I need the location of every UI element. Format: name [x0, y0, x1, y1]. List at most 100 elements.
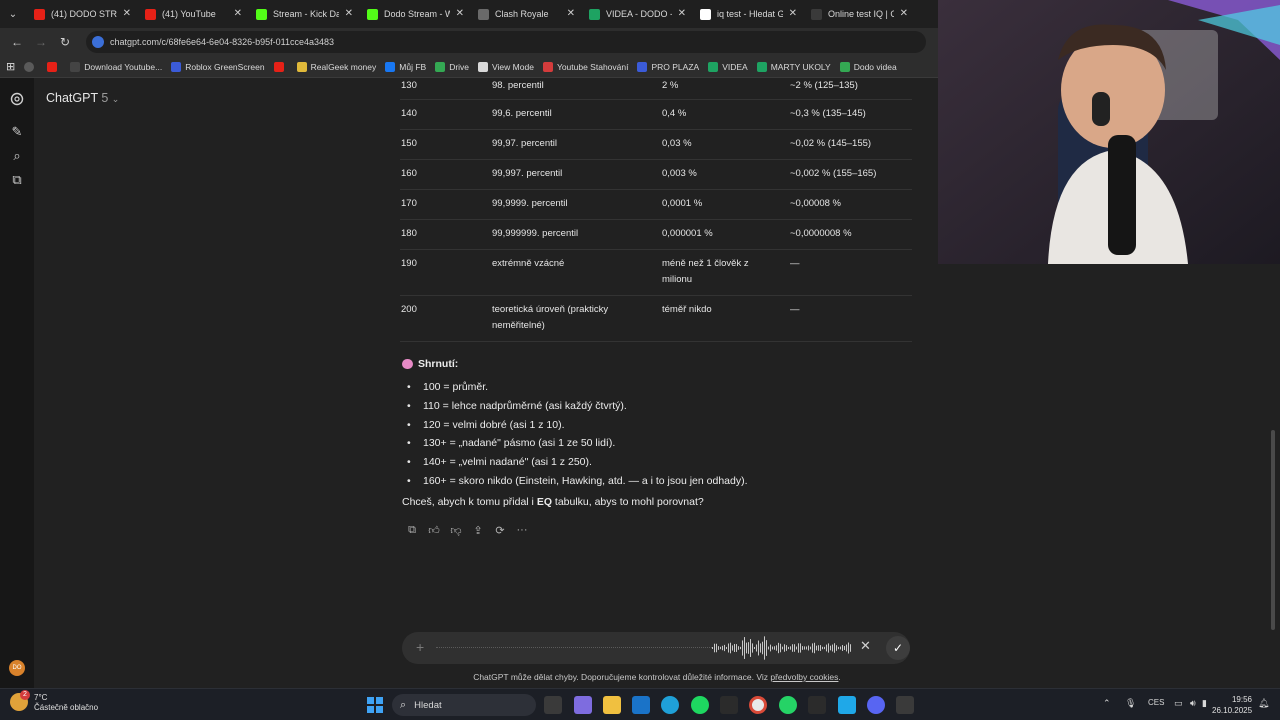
kick-icon — [256, 8, 267, 20]
notification-icon[interactable]: 🔔︎ — [1258, 698, 1269, 709]
reload-icon[interactable]: ↻ — [54, 31, 76, 53]
bookmark-item[interactable]: Roblox GreenScreen — [171, 61, 265, 72]
webcam-image — [938, 0, 1280, 264]
browser-tab[interactable]: Online test IQ | O ✕ — [803, 0, 914, 28]
network-icon[interactable]: ▭ — [1174, 698, 1183, 709]
share-icon[interactable]: ⇪ — [467, 522, 489, 538]
close-tab-icon[interactable]: ✕ — [456, 8, 464, 19]
bookmark-icon — [839, 61, 850, 72]
browser-tab[interactable]: iq test - Hledat G ✕ — [692, 0, 803, 28]
site-info-icon[interactable] — [92, 36, 104, 48]
library-icon[interactable]: ⧉ — [9, 172, 25, 188]
bookmark-item[interactable]: VIDEA — [708, 61, 748, 72]
browser-tab[interactable]: (41) DODO STREA ✕ — [26, 0, 137, 28]
browser-tab[interactable]: Dodo Stream - W ✕ — [359, 0, 470, 28]
bookmark-item[interactable]: MARTY UKOLY — [756, 61, 831, 72]
table-cell-share: 0,4 % — [662, 108, 687, 119]
bookmark-label: Download Youtube... — [84, 61, 163, 72]
globe-icon[interactable] — [24, 61, 38, 72]
bookmark-item[interactable]: Můj FB — [385, 61, 426, 72]
close-tab-icon[interactable]: ✕ — [789, 8, 797, 19]
tab-search-icon[interactable]: ⌄ — [0, 0, 26, 28]
task-view-icon[interactable] — [544, 696, 562, 714]
model-version: 5 — [101, 91, 109, 105]
bookmark-item[interactable]: Drive — [435, 61, 469, 72]
close-tab-icon[interactable]: ✕ — [123, 8, 131, 19]
close-tab-icon[interactable]: ✕ — [234, 8, 242, 19]
waveform-bar — [836, 645, 837, 651]
bookmark-icon — [385, 61, 396, 72]
spotify-icon[interactable] — [691, 696, 709, 714]
bookmark-item[interactable] — [47, 61, 61, 72]
copilot-icon[interactable] — [574, 696, 592, 714]
more-icon[interactable]: ··· — [511, 522, 533, 538]
close-tab-icon[interactable]: ✕ — [678, 8, 686, 19]
bookmark-item[interactable]: PRO PLAZA — [637, 61, 699, 72]
regenerate-icon[interactable]: ⟳ — [489, 522, 511, 538]
waveform-bar — [716, 643, 717, 653]
windows-start-icon[interactable] — [367, 697, 383, 713]
chrome-icon[interactable] — [749, 696, 767, 714]
epic-games-icon[interactable] — [808, 696, 826, 714]
browser-tab[interactable]: VIDEA - DODO - ✕ — [581, 0, 692, 28]
bookmark-icon — [478, 61, 489, 72]
bookmark-item[interactable] — [273, 61, 288, 72]
waveform-bar — [722, 645, 723, 651]
cancel-voice-icon[interactable]: ✕ — [860, 638, 871, 654]
microphone-icon[interactable]: 🎙︎ — [1125, 698, 1136, 709]
url-text: chatgpt.com/c/68fe6e64-6e04-8326-b95f-01… — [110, 37, 334, 47]
forward-arrow-icon[interactable]: → — [30, 31, 52, 53]
close-tab-icon[interactable]: ✕ — [567, 8, 575, 19]
apps-grid-icon[interactable]: ⊞ — [6, 60, 15, 73]
taskbar-search[interactable]: ⌕ Hledat — [392, 694, 536, 716]
volume-icon[interactable]: 🔊︎ — [1190, 698, 1196, 709]
capcut-icon[interactable] — [720, 696, 738, 714]
outlook-icon[interactable] — [632, 696, 650, 714]
language-indicator[interactable]: CES — [1148, 698, 1164, 707]
waveform-baseline — [436, 647, 712, 648]
copy-icon[interactable]: ⧉ — [401, 522, 423, 538]
app-f-icon[interactable] — [838, 696, 856, 714]
browser-tab[interactable]: (41) YouTube ✕ — [137, 0, 248, 28]
back-arrow-icon[interactable]: ← — [6, 31, 28, 53]
waveform-bar — [800, 643, 801, 653]
bookmark-item[interactable]: Youtube Stahování — [542, 61, 628, 72]
whatsapp-icon[interactable] — [779, 696, 797, 714]
new-chat-icon[interactable]: ✎ — [9, 124, 25, 140]
weather-widget[interactable]: 2 7°C Částečně oblačno — [10, 690, 98, 713]
bookmark-icon — [171, 61, 182, 72]
bookmark-icon — [542, 61, 553, 72]
weather-badge: 2 — [20, 690, 30, 700]
system-clock[interactable]: 19:56 26.10.2025 — [1212, 694, 1252, 716]
edge-icon[interactable] — [661, 696, 679, 714]
bookmark-item[interactable]: Dodo videa — [839, 61, 897, 72]
cookie-preferences-link[interactable]: předvolby cookies — [770, 672, 838, 682]
browser-tab[interactable]: Stream - Kick Da ✕ — [248, 0, 359, 28]
thumbs-up-icon[interactable]: 👍︎ — [423, 522, 445, 538]
waveform-bar — [760, 643, 761, 653]
tray-chevron-up-icon[interactable]: ⌃ — [1103, 698, 1111, 709]
thumbs-down-icon[interactable]: 👎︎ — [445, 522, 467, 538]
waveform-bar — [826, 644, 827, 652]
waveform-bar — [744, 637, 745, 659]
browser-tab[interactable]: Clash Royale ✕ — [470, 0, 581, 28]
url-input[interactable]: chatgpt.com/c/68fe6e64-6e04-8326-b95f-01… — [86, 31, 926, 53]
file-explorer-icon[interactable] — [603, 696, 621, 714]
calculator-icon[interactable] — [896, 696, 914, 714]
model-selector[interactable]: ChatGPT 5 ⌄ — [46, 91, 119, 105]
openai-logo-icon[interactable] — [9, 91, 25, 107]
confirm-voice-button[interactable]: ✓ — [886, 636, 910, 660]
close-tab-icon[interactable]: ✕ — [900, 8, 908, 19]
bookmark-item[interactable]: RealGeek money — [296, 61, 376, 72]
battery-icon[interactable]: ▮ — [1202, 698, 1207, 709]
bookmark-item[interactable]: View Mode — [478, 61, 534, 72]
close-tab-icon[interactable]: ✕ — [345, 8, 353, 19]
plus-icon[interactable]: + — [416, 639, 424, 655]
bookmark-item[interactable]: Download Youtube... — [70, 61, 163, 72]
table-cell-range: ~0,3 % (135–145) — [790, 108, 866, 119]
search-icon[interactable]: ⌕ — [9, 148, 25, 164]
table-cell-share: 0,03 % — [662, 138, 692, 149]
scrollbar[interactable] — [1271, 430, 1275, 630]
bookmark-label: MARTY UKOLY — [770, 61, 831, 72]
discord-icon[interactable] — [867, 696, 885, 714]
